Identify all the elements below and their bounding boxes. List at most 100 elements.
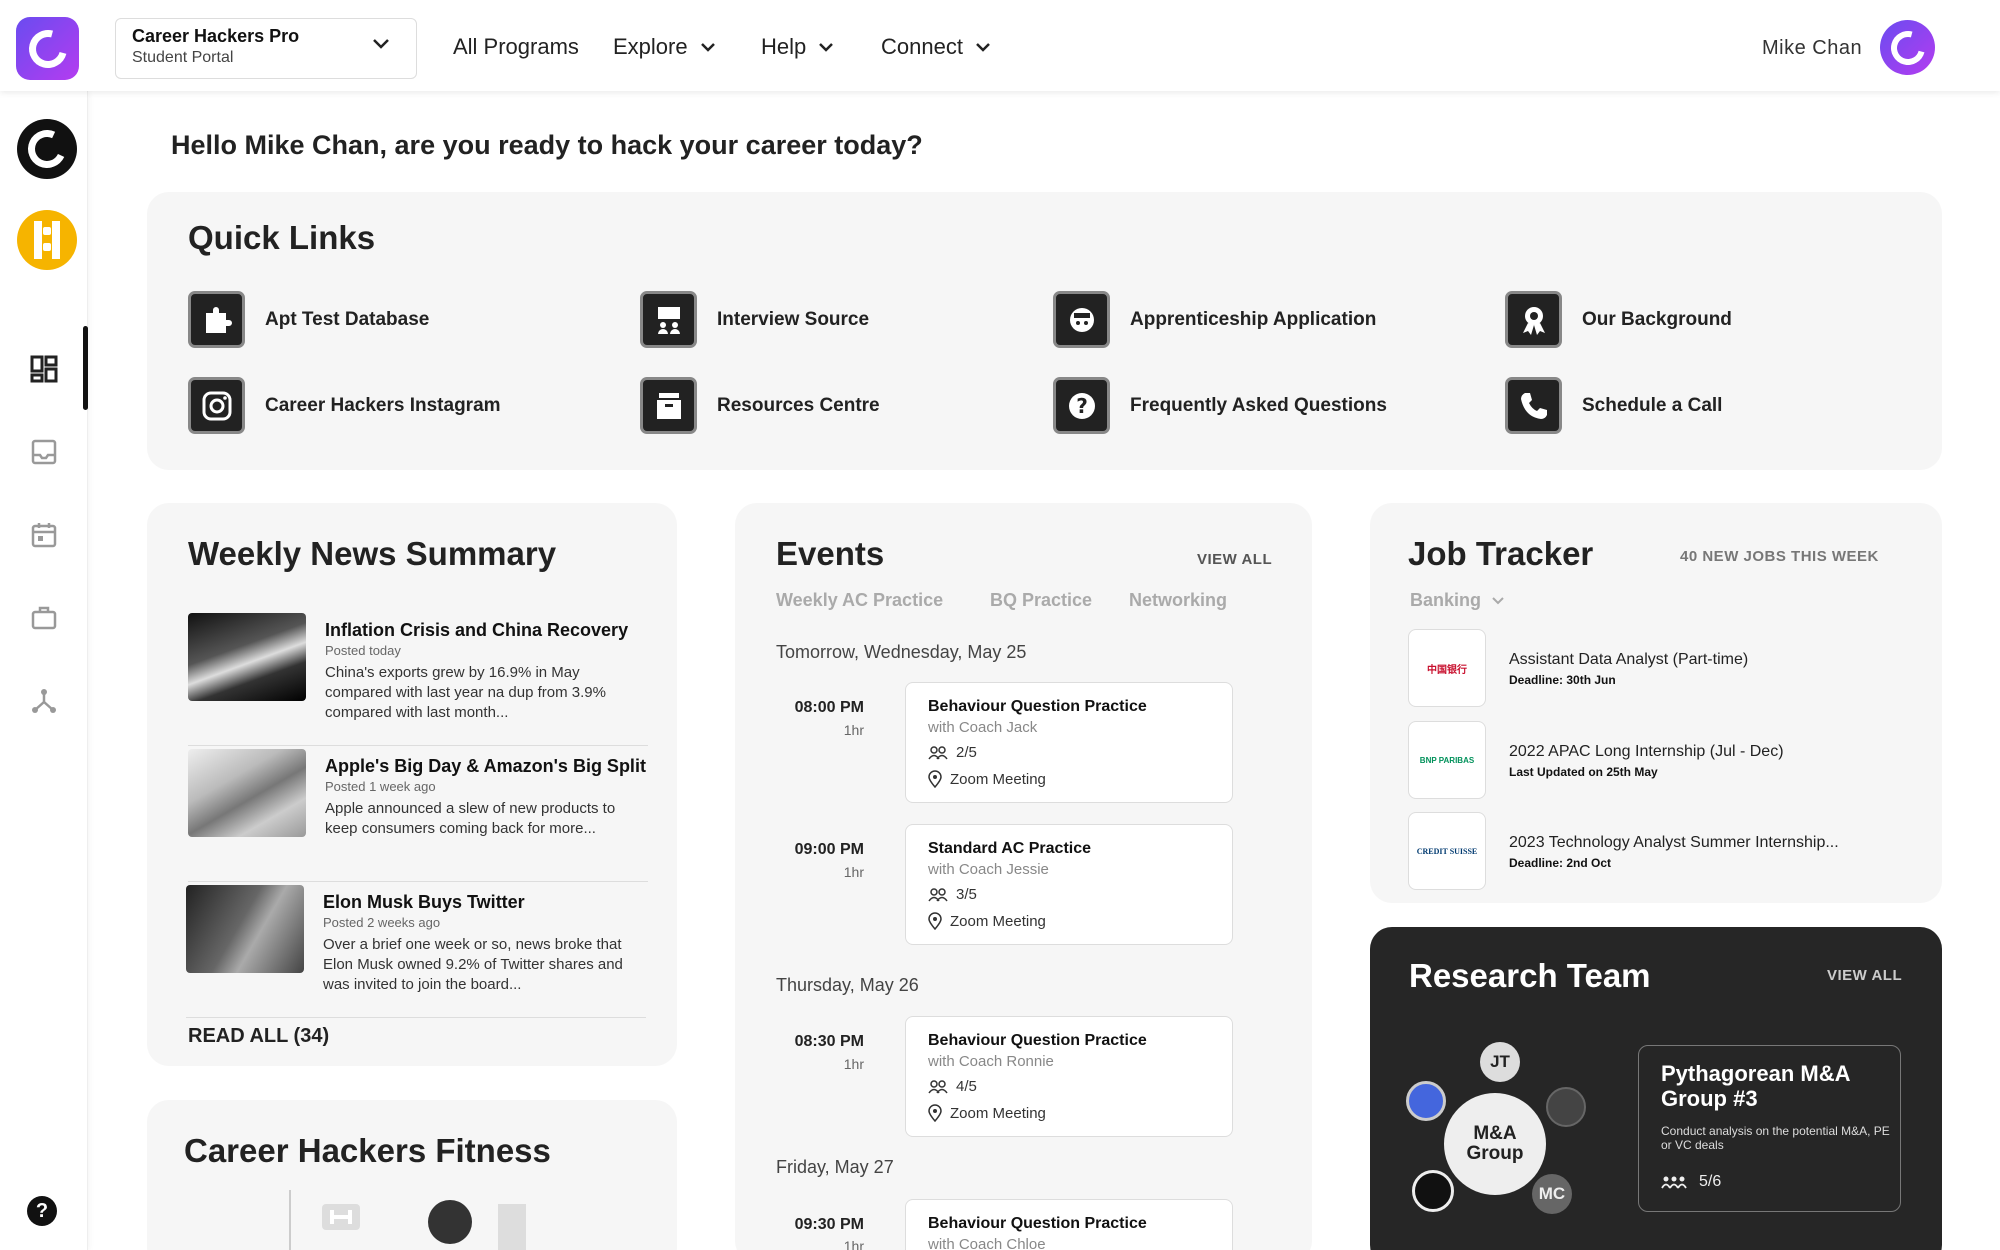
- dashboard-icon[interactable]: [27, 352, 61, 386]
- quick-link-resources[interactable]: Resources Centre: [640, 377, 880, 434]
- sidebar: ?: [0, 91, 88, 1250]
- chevron-down-icon: [819, 43, 834, 52]
- group-bubble[interactable]: M&A Group: [1444, 1093, 1546, 1195]
- quick-link-interview-source[interactable]: Interview Source: [640, 291, 869, 348]
- tab-bq-practice[interactable]: BQ Practice: [990, 590, 1092, 611]
- location-pin-icon: [928, 1104, 942, 1122]
- event-day-heading: Tomorrow, Wednesday, May 25: [776, 642, 1027, 662]
- new-jobs-count[interactable]: 40 NEW JOBS THIS WEEK: [1680, 548, 1879, 565]
- quick-link-label: Frequently Asked Questions: [1130, 394, 1387, 416]
- event-coach: with Coach Chloe: [928, 1236, 1046, 1250]
- quick-link-apt-test[interactable]: Apt Test Database: [188, 291, 429, 348]
- event-duration: 1hr: [843, 864, 864, 880]
- member-avatar[interactable]: [1412, 1170, 1454, 1212]
- research-group-card[interactable]: Pythagorean M&A Group #3 Conduct analysi…: [1638, 1045, 1901, 1212]
- nav-connect[interactable]: Connect: [881, 34, 991, 60]
- job-item[interactable]: BNP PARIBAS 2022 APAC Long Internship (J…: [1408, 721, 1888, 801]
- quick-link-label: Interview Source: [717, 308, 870, 330]
- event-coach: with Coach Jack: [928, 719, 1038, 736]
- member-avatar[interactable]: [1406, 1081, 1446, 1121]
- app-switch-secondary[interactable]: [17, 210, 77, 270]
- job-title: 2022 APAC Long Internship (Jul - Dec): [1509, 743, 1784, 760]
- fitness-title: Career Hackers Fitness: [184, 1132, 551, 1169]
- event-location: Zoom Meeting: [928, 770, 1046, 788]
- news-thumbnail: [188, 613, 306, 701]
- nav-all-programs[interactable]: All Programs: [453, 34, 579, 60]
- nav-help[interactable]: Help: [761, 34, 834, 60]
- event-time: 08:30 PM: [794, 1033, 864, 1050]
- user-name: Mike Chan: [1762, 37, 1863, 59]
- quick-link-instagram[interactable]: Career Hackers Instagram: [188, 377, 501, 434]
- help-icon[interactable]: ?: [27, 1196, 57, 1226]
- research-group-name: Pythagorean M&A Group #3: [1661, 1061, 1850, 1111]
- apprentice-icon: [1053, 291, 1110, 348]
- tab-weekly-ac-practice[interactable]: Weekly AC Practice: [776, 590, 943, 611]
- event-coach: with Coach Jessie: [928, 861, 1049, 878]
- event-title: Behaviour Question Practice: [928, 698, 1147, 715]
- svg-text:?: ?: [1076, 394, 1088, 418]
- member-avatar[interactable]: MC: [1532, 1174, 1572, 1214]
- event-card[interactable]: Behaviour Question Practice with Coach R…: [905, 1016, 1233, 1137]
- news-item-title: Elon Musk Buys Twitter: [323, 892, 525, 912]
- read-all-news-link[interactable]: READ ALL (34): [188, 1025, 329, 1048]
- event-location-label: Zoom Meeting: [950, 912, 1046, 930]
- career-hackers-logo[interactable]: [16, 17, 79, 80]
- company-logo-text: CREDIT SUISSE: [1416, 846, 1478, 856]
- event-duration: 1hr: [843, 1056, 864, 1072]
- location-pin-icon: [928, 912, 942, 930]
- company-logo: CREDIT SUISSE: [1408, 812, 1486, 890]
- briefcase-icon[interactable]: [27, 601, 61, 635]
- event-time: 08:00 PM: [794, 699, 864, 716]
- event-title: Behaviour Question Practice: [928, 1032, 1147, 1049]
- people-icon: [928, 887, 948, 901]
- tab-networking[interactable]: Networking: [1129, 590, 1227, 611]
- event-card[interactable]: Standard AC Practice with Coach Jessie 3…: [905, 824, 1233, 945]
- job-title: Assistant Data Analyst (Part-time): [1509, 651, 1749, 668]
- app-switch-career-hackers[interactable]: [17, 119, 77, 179]
- quick-link-label: Resources Centre: [717, 394, 880, 416]
- news-item-title: Inflation Crisis and China Recovery: [325, 620, 629, 640]
- nav-help-label: Help: [761, 34, 807, 59]
- news-item[interactable]: Inflation Crisis and China Recovery Post…: [188, 613, 648, 746]
- job-title: 2023 Technology Analyst Summer Internshi…: [1509, 834, 1839, 851]
- events-view-all-link[interactable]: VIEW ALL: [1197, 551, 1272, 568]
- program-selector[interactable]: Career Hackers Pro Student Portal: [115, 18, 417, 79]
- network-icon[interactable]: [27, 684, 61, 718]
- people-icon: [928, 1079, 948, 1093]
- instagram-icon: [188, 377, 245, 434]
- phone-icon: [1505, 377, 1562, 434]
- inbox-icon[interactable]: [27, 435, 61, 469]
- job-filter-dropdown[interactable]: Banking: [1410, 590, 1505, 611]
- event-location: Zoom Meeting: [928, 912, 1046, 930]
- quick-link-schedule-call[interactable]: Schedule a Call: [1505, 377, 1722, 434]
- quick-link-faq[interactable]: ? Frequently Asked Questions: [1053, 377, 1387, 434]
- news-item[interactable]: Elon Musk Buys Twitter Posted 2 weeks ag…: [186, 885, 646, 1018]
- news-item[interactable]: Apple's Big Day & Amazon's Big Split Pos…: [188, 749, 648, 882]
- quick-link-apprenticeship[interactable]: Apprenticeship Application: [1053, 291, 1376, 348]
- nav-all-programs-label: All Programs: [453, 34, 579, 59]
- job-item[interactable]: 中国银行 Assistant Data Analyst (Part-time) …: [1408, 629, 1888, 709]
- interview-icon: [640, 291, 697, 348]
- avatar[interactable]: [1880, 20, 1935, 75]
- people-icon: [928, 745, 948, 759]
- research-view-all-link[interactable]: VIEW ALL: [1827, 967, 1902, 984]
- quick-link-label: Our Background: [1582, 308, 1732, 330]
- member-avatar[interactable]: [1546, 1087, 1586, 1127]
- event-duration: 1hr: [843, 722, 864, 738]
- calendar-icon[interactable]: [27, 518, 61, 552]
- quick-link-label: Apprenticeship Application: [1130, 308, 1377, 330]
- news-item-meta: Posted today: [325, 643, 401, 658]
- job-item[interactable]: CREDIT SUISSE 2023 Technology Analyst Su…: [1408, 812, 1888, 892]
- quick-link-label: Career Hackers Instagram: [265, 394, 501, 416]
- top-navigation: Career Hackers Pro Student Portal All Pr…: [0, 0, 2000, 91]
- event-card[interactable]: Behaviour Question Practice with Coach C…: [905, 1199, 1233, 1250]
- people-icon: [1661, 1176, 1687, 1189]
- event-participants-count: 3/5: [956, 886, 977, 903]
- event-card[interactable]: Behaviour Question Practice with Coach J…: [905, 682, 1233, 803]
- member-avatar[interactable]: JT: [1480, 1042, 1520, 1082]
- fitness-illustration: [289, 1190, 526, 1250]
- quick-link-our-background[interactable]: Our Background: [1505, 291, 1732, 348]
- nav-explore[interactable]: Explore: [613, 34, 716, 60]
- quick-link-label: Schedule a Call: [1582, 394, 1723, 416]
- research-team-title: Research Team: [1409, 957, 1651, 994]
